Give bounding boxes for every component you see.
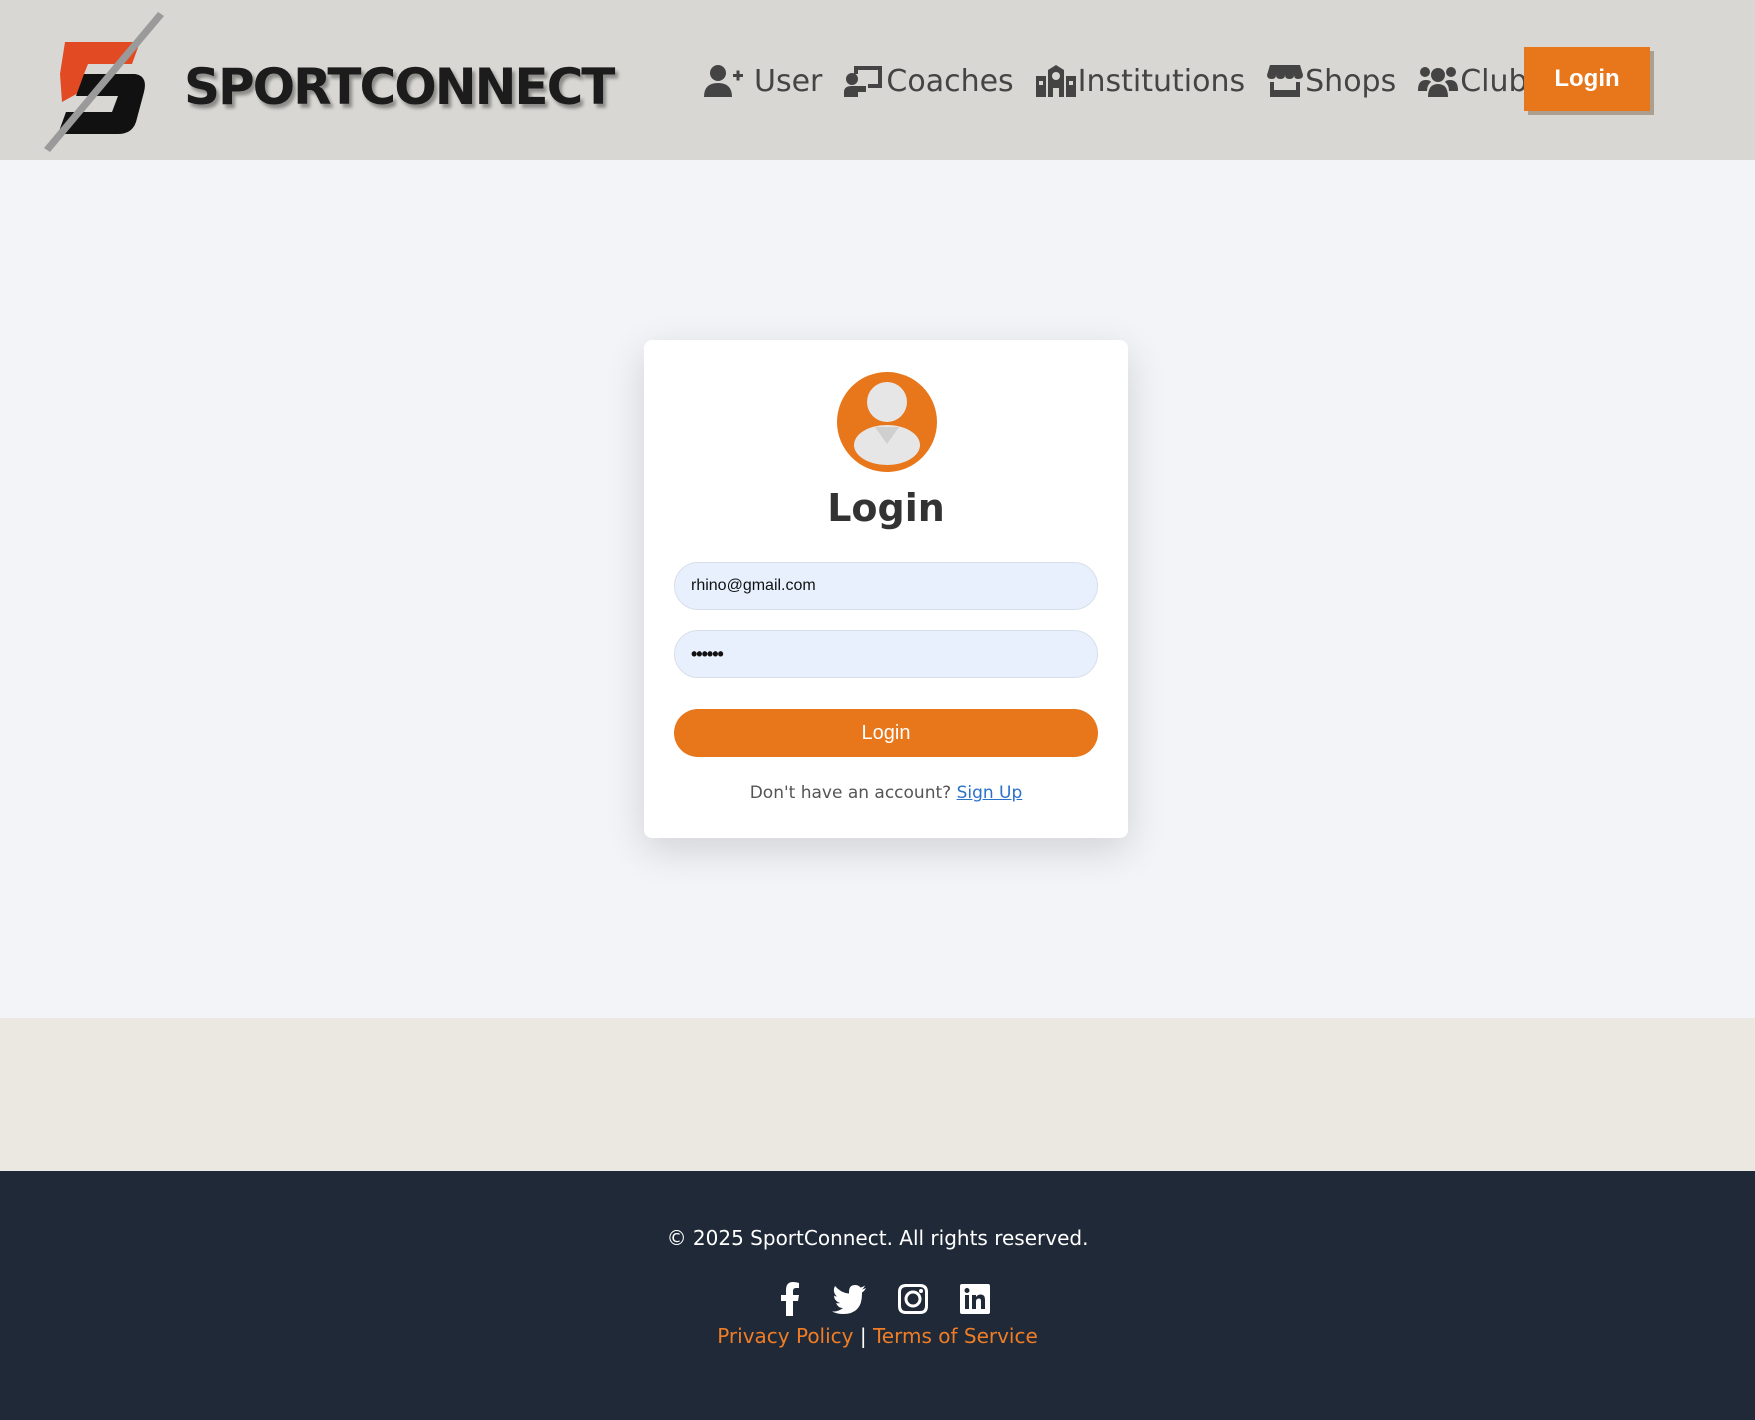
header-login-button[interactable]: Login bbox=[1524, 47, 1650, 111]
terms-of-service-link[interactable]: Terms of Service bbox=[873, 1324, 1038, 1348]
footer-spacer-band bbox=[0, 1018, 1755, 1171]
nav-item-shops[interactable]: Shops bbox=[1267, 64, 1396, 99]
site-header: SPORTCONNECT User Coaches Institutions S… bbox=[0, 0, 1755, 160]
login-card: Login rhino@gmail.com •••••• Login Don't… bbox=[644, 340, 1128, 838]
legal-separator: | bbox=[859, 1324, 867, 1348]
nav-label-user: User bbox=[754, 63, 823, 99]
privacy-policy-link[interactable]: Privacy Policy bbox=[717, 1324, 853, 1348]
twitter-icon[interactable] bbox=[832, 1284, 866, 1314]
facebook-icon[interactable] bbox=[780, 1282, 800, 1316]
copyright-text: © 2025 SportConnect. All rights reserved… bbox=[666, 1226, 1089, 1250]
sportconnect-logo-mark-icon bbox=[44, 12, 164, 152]
nav-item-institutions[interactable]: Institutions bbox=[1035, 63, 1246, 99]
social-links bbox=[780, 1279, 990, 1319]
linkedin-icon[interactable] bbox=[960, 1284, 990, 1314]
brand-name: SPORTCONNECT bbox=[184, 58, 615, 116]
brand-logo[interactable]: SPORTCONNECT bbox=[40, 12, 615, 157]
store-icon bbox=[1267, 65, 1304, 97]
user-plus-icon bbox=[704, 65, 743, 97]
email-field[interactable]: rhino@gmail.com bbox=[674, 562, 1098, 610]
password-field[interactable]: •••••• bbox=[674, 630, 1098, 678]
nav-label-coaches: Coaches bbox=[886, 63, 1014, 99]
nav-label-shops: Shops bbox=[1305, 63, 1397, 99]
login-submit-button[interactable]: Login bbox=[674, 709, 1098, 757]
instagram-icon[interactable] bbox=[898, 1284, 928, 1314]
school-icon bbox=[1035, 65, 1076, 97]
user-avatar-icon bbox=[837, 372, 937, 472]
nav-label-institutions: Institutions bbox=[1077, 63, 1246, 99]
chalkboard-teacher-icon bbox=[844, 66, 883, 97]
main-nav: User Coaches Institutions Shops Clubs bbox=[704, 56, 1565, 106]
nav-item-coaches[interactable]: Coaches bbox=[844, 63, 1014, 99]
legal-links: Privacy Policy | Terms of Service bbox=[0, 1324, 1755, 1348]
signup-link[interactable]: Sign Up bbox=[957, 783, 1023, 803]
signup-prompt-text: Don't have an account? bbox=[749, 783, 952, 803]
nav-item-user[interactable]: User bbox=[704, 64, 822, 99]
login-title: Login bbox=[827, 486, 945, 530]
users-icon bbox=[1418, 67, 1459, 97]
signup-prompt-line: Don't have an account? Sign Up bbox=[644, 783, 1128, 803]
site-footer: © 2025 SportConnect. All rights reserved… bbox=[0, 1171, 1755, 1420]
